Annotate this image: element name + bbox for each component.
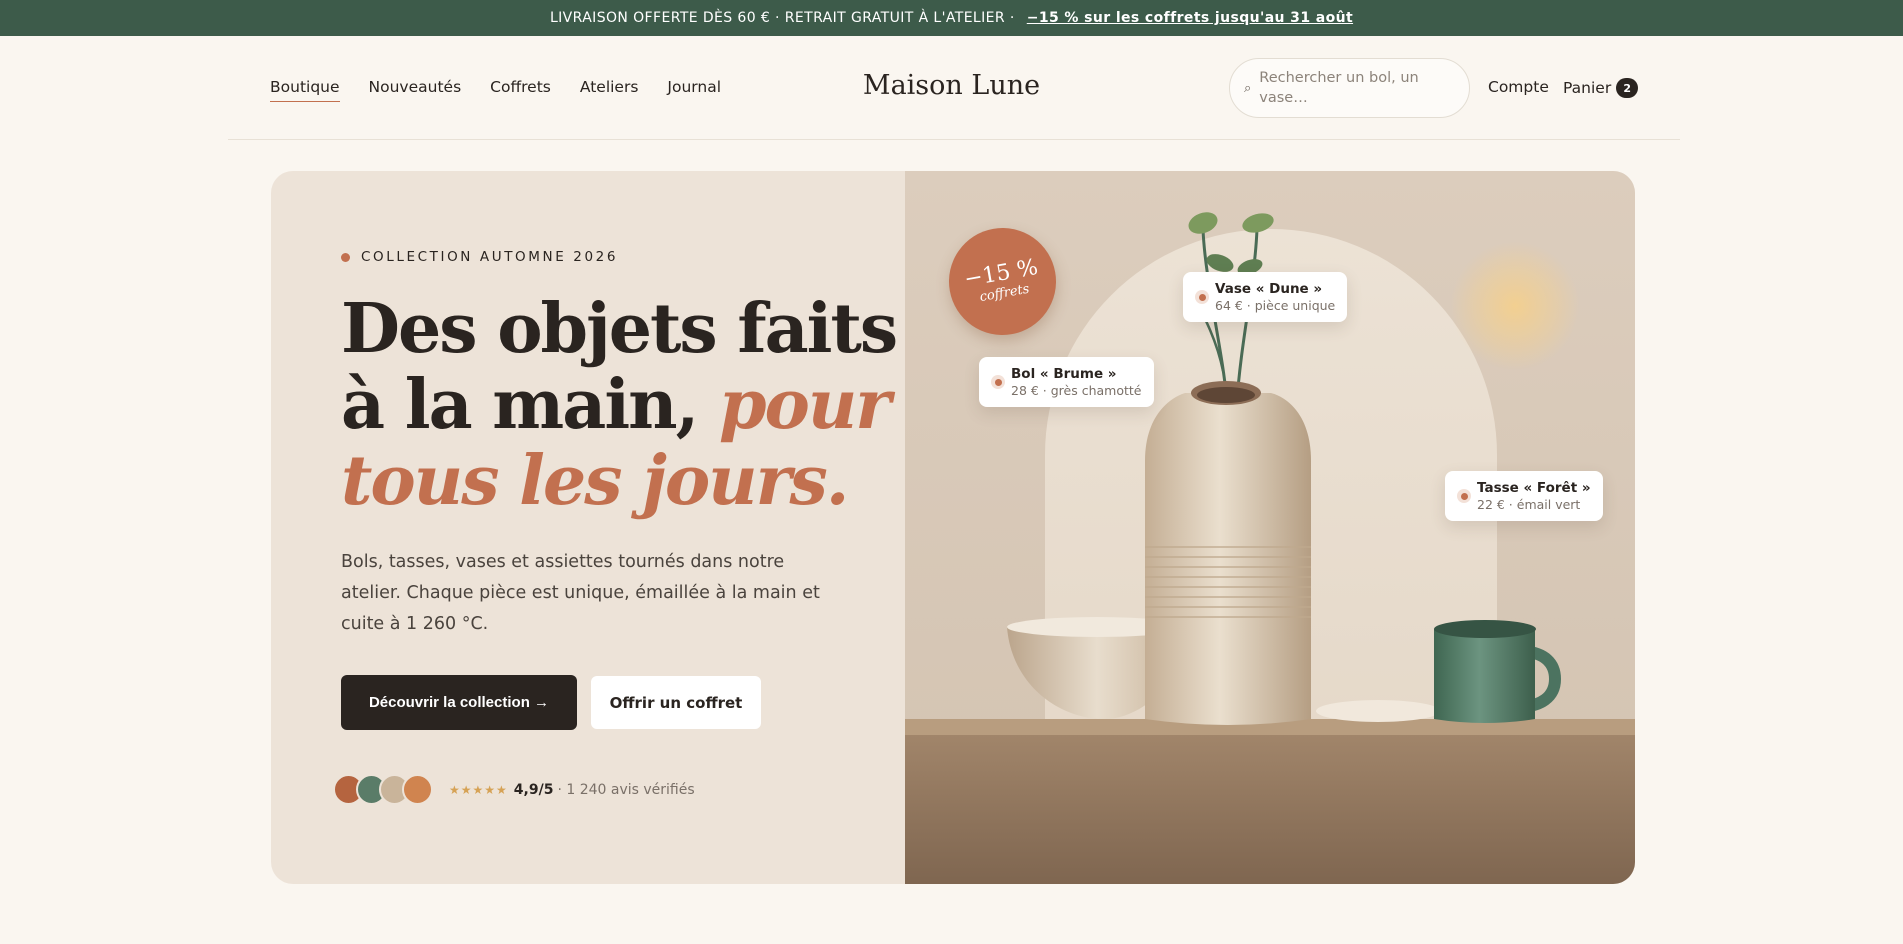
announcement-text: LIVRAISON OFFERTE DÈS 60 € · RETRAIT GRA… xyxy=(549,10,1015,26)
nav-link-ateliers[interactable]: Ateliers xyxy=(580,78,639,102)
hero-description: Bols, tasses, vases et assiettes tournés… xyxy=(341,552,820,634)
eyebrow-dot-icon xyxy=(341,252,350,262)
product-tag-info: 28 € · grès chamotté xyxy=(1011,383,1142,398)
social-proof: ★★★★★ 4,9/5 · 1 240 avis vérifiés xyxy=(333,774,695,805)
eyebrow-text: COLLECTION AUTOMNE 2026 xyxy=(361,249,619,265)
product-tag-bowl[interactable]: Bol « Brume » 28 € · grès chamotté xyxy=(979,357,1154,407)
product-tag-info: 22 € · émail vert xyxy=(1477,497,1581,512)
rating-value: 4,9/5 xyxy=(513,781,554,798)
headline-emphasis2: tous les jours. xyxy=(341,441,849,521)
avatar xyxy=(402,774,433,805)
header-divider xyxy=(228,139,1680,140)
announcement-promo-link[interactable]: −15 % sur les coffrets jusqu'au 31 août xyxy=(1027,10,1353,26)
nav-link-nouveautes[interactable]: Nouveautés xyxy=(369,78,462,102)
nav-link-journal[interactable]: Journal xyxy=(667,78,721,102)
site-header: Boutique Nouveautés Coffrets Ateliers Jo… xyxy=(0,36,1903,140)
headline-line2: à la main, xyxy=(341,365,699,445)
product-tag-name: Vase « Dune » xyxy=(1215,281,1323,297)
hero-section: COLLECTION AUTOMNE 2026 Des objets faits… xyxy=(271,171,1635,884)
logo[interactable]: Maison Lune xyxy=(863,70,1040,101)
main-nav: Boutique Nouveautés Coffrets Ateliers Jo… xyxy=(270,78,721,102)
hero-content: COLLECTION AUTOMNE 2026 Des objets faits… xyxy=(271,171,905,884)
search-box[interactable]: ⌕ Rechercher un bol, un vase… xyxy=(1229,58,1470,118)
discover-collection-button[interactable]: Découvrir la collection → xyxy=(341,675,577,730)
product-tag-name: Tasse « Forêt » xyxy=(1477,480,1591,496)
mug-illustration xyxy=(1434,620,1562,723)
vase-illustration xyxy=(1145,381,1311,725)
nav-link-coffrets[interactable]: Coffrets xyxy=(490,78,551,102)
product-tag-vase[interactable]: Vase « Dune » 64 € · pièce unique xyxy=(1183,272,1348,322)
product-tag-mug[interactable]: Tasse « Forêt » 22 € · émail vert xyxy=(1445,471,1603,521)
hero-headline: Des objets faits à la main, pour tous le… xyxy=(341,291,901,519)
cart-count-badge: 2 xyxy=(1616,78,1639,98)
offer-gift-box-button[interactable]: Offrir un coffret xyxy=(591,676,761,729)
cart-label: Panier xyxy=(1563,79,1612,97)
headline-line1: Des objets faits xyxy=(341,289,898,369)
search-icon: ⌕ xyxy=(1244,80,1252,96)
collection-eyebrow: COLLECTION AUTOMNE 2026 xyxy=(341,249,618,265)
search-input[interactable]: Rechercher un bol, un vase… xyxy=(1259,68,1429,108)
plate-illustration xyxy=(1316,700,1440,722)
headline-emphasis1: pour xyxy=(718,365,891,445)
product-tag-name: Bol « Brume » xyxy=(1011,366,1117,382)
account-link[interactable]: Compte xyxy=(1488,78,1549,96)
product-tag-info: 64 € · pièce unique xyxy=(1215,298,1336,313)
reviews-count: · 1 240 avis vérifiés xyxy=(557,781,695,798)
hero-visual: −15 % coffrets Vase « Dune » 64 € · pièc… xyxy=(905,171,1635,884)
rating-stars-icon: ★★★★★ xyxy=(449,782,508,797)
hotspot-dot-icon xyxy=(991,375,1005,389)
hotspot-dot-icon xyxy=(1457,489,1471,503)
hotspot-dot-icon xyxy=(1195,290,1209,304)
customer-avatars xyxy=(333,774,433,805)
announcement-bar: LIVRAISON OFFERTE DÈS 60 € · RETRAIT GRA… xyxy=(0,0,1903,36)
nav-link-boutique[interactable]: Boutique xyxy=(270,78,340,102)
cart-link[interactable]: Panier 2 xyxy=(1563,78,1639,98)
